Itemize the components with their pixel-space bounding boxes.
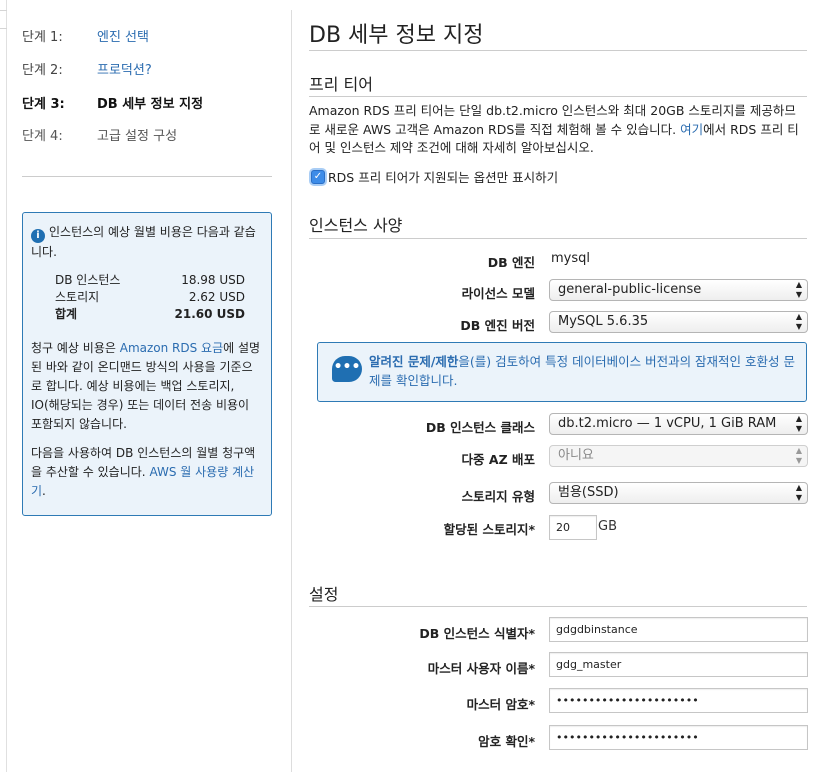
known-issues-link[interactable]: 알려진 문제/제한 (369, 354, 458, 369)
cost-note-pricing: 청구 예상 비용은 Amazon RDS 요금에 설명된 바와 같이 온디맨드 … (31, 341, 261, 431)
step-link-engine-select[interactable]: 엔진 선택 (97, 30, 149, 45)
sidebar-divider (22, 176, 272, 177)
license-model-select[interactable]: general-public-license ▲ ▼ (549, 279, 808, 301)
instance-identifier-label: DB 인스턴스 식별자* (419, 626, 535, 641)
free-tier-checkbox-label[interactable]: RDS 프리 티어가 지원되는 옵션만 표시하기 (328, 167, 558, 186)
engine-version-select[interactable]: MySQL 5.6.35 ▲ ▼ (549, 311, 808, 333)
free-tier-heading: 프리 티어 (309, 75, 373, 94)
settings-rule (309, 606, 807, 607)
page-title: DB 세부 정보 지정 (309, 23, 484, 48)
instance-identifier-input[interactable]: gdgdbinstance (549, 617, 808, 642)
cost-row-storage: 스토리지 2.62 USD (55, 290, 245, 304)
select-arrows-icon: ▲ ▼ (795, 280, 802, 299)
master-password-input[interactable]: •••••••••••••••••••••• (549, 688, 808, 713)
instance-spec-heading: 인스턴스 사양 (309, 216, 403, 235)
step-1[interactable]: 단계 1: 엔진 선택 (22, 26, 149, 45)
step-2[interactable]: 단계 2: 프로덕션? (22, 59, 152, 78)
window-edge (0, 0, 7, 772)
multi-az-label: 다중 AZ 배포 (461, 452, 535, 467)
known-issues-text: 알려진 문제/제한을(를) 검토하여 특정 데이터베이스 버전과의 잠재적인 호… (369, 354, 795, 388)
free-tier-rule (309, 96, 807, 97)
multi-az-select[interactable]: 아니요 ▲ ▼ (549, 445, 808, 467)
storage-unit: GB (598, 519, 617, 534)
instance-spec-rule (309, 238, 807, 239)
select-arrows-icon: ▲ ▼ (795, 312, 802, 331)
free-tier-description: Amazon RDS 프리 티어는 단일 db.t2.micro 인스턴스와 최… (309, 103, 799, 155)
cost-note-calculator: 다음을 사용하여 DB 인스턴스의 월별 청구액을 추산할 수 있습니다. AW… (31, 446, 256, 498)
content-divider (291, 10, 292, 772)
storage-type-label: 스토리지 유형 (461, 489, 535, 504)
free-tier-info-link[interactable]: 여기 (680, 122, 703, 137)
step-4: 단계 4: 고급 설정 구성 (22, 125, 177, 144)
db-engine-value: mysql (551, 251, 590, 266)
step-number: 단계 4: (22, 129, 63, 144)
select-arrows-icon: ▲ ▼ (795, 414, 802, 433)
select-arrows-icon: ▲ ▼ (795, 483, 802, 502)
step-label-advanced: 고급 설정 구성 (97, 129, 178, 144)
confirm-password-input[interactable]: •••••••••••••••••••••• (549, 725, 808, 750)
allocated-storage-label: 할당된 스토리지* (443, 522, 535, 537)
step-label-current: DB 세부 정보 지정 (97, 97, 204, 112)
select-arrows-icon: ▲ ▼ (795, 446, 802, 465)
master-username-input[interactable]: gdg_master (549, 652, 808, 677)
cost-estimate-box: i 인스턴스의 예상 월별 비용은 다음과 같습니다. DB 인스턴스 18.98 … (22, 212, 272, 516)
instance-class-select[interactable]: db.t2.micro — 1 vCPU, 1 GiB RAM ▲ ▼ (549, 413, 808, 435)
step-link-production[interactable]: 프로덕션? (97, 63, 152, 78)
settings-heading: 설정 (309, 585, 339, 604)
master-password-label: 마스터 암호* (466, 697, 535, 712)
title-rule (309, 50, 807, 51)
instance-class-label: DB 인스턴스 클래스 (425, 420, 535, 435)
known-issues-notice: ••• 알려진 문제/제한을(를) 검토하여 특정 데이터베이스 버전과의 잠재… (317, 342, 807, 402)
license-model-label: 라이선스 모델 (461, 286, 535, 301)
cost-row-instance: DB 인스턴스 18.98 USD (55, 273, 245, 287)
free-tier-checkbox[interactable]: ✓ (311, 169, 325, 184)
master-username-label: 마스터 사용자 이름* (427, 661, 535, 676)
step-number: 단계 1: (22, 30, 63, 45)
chat-bubble-icon: ••• (332, 356, 362, 382)
step-3: 단계 3: DB 세부 정보 지정 (22, 93, 203, 112)
db-engine-label: DB 엔진 (487, 255, 535, 270)
rds-pricing-link[interactable]: Amazon RDS 요금 (120, 341, 223, 355)
info-icon: i (31, 229, 45, 243)
allocated-storage-input[interactable]: 20 (549, 515, 597, 540)
free-tier-only-option[interactable]: ✓ RDS 프리 티어가 지원되는 옵션만 표시하기 (311, 167, 558, 186)
engine-version-label: DB 엔진 버전 (460, 318, 535, 333)
step-number: 단계 2: (22, 63, 63, 78)
cost-intro: i 인스턴스의 예상 월별 비용은 다음과 같습니다. (31, 225, 256, 259)
cost-row-total: 합계 21.60 USD (55, 307, 245, 321)
confirm-password-label: 암호 확인* (478, 734, 535, 749)
storage-type-select[interactable]: 범용(SSD) ▲ ▼ (549, 482, 808, 504)
step-number: 단계 3: (22, 97, 65, 112)
cost-table: DB 인스턴스 18.98 USD 스토리지 2.62 USD 합계 21.60 US… (55, 272, 245, 323)
